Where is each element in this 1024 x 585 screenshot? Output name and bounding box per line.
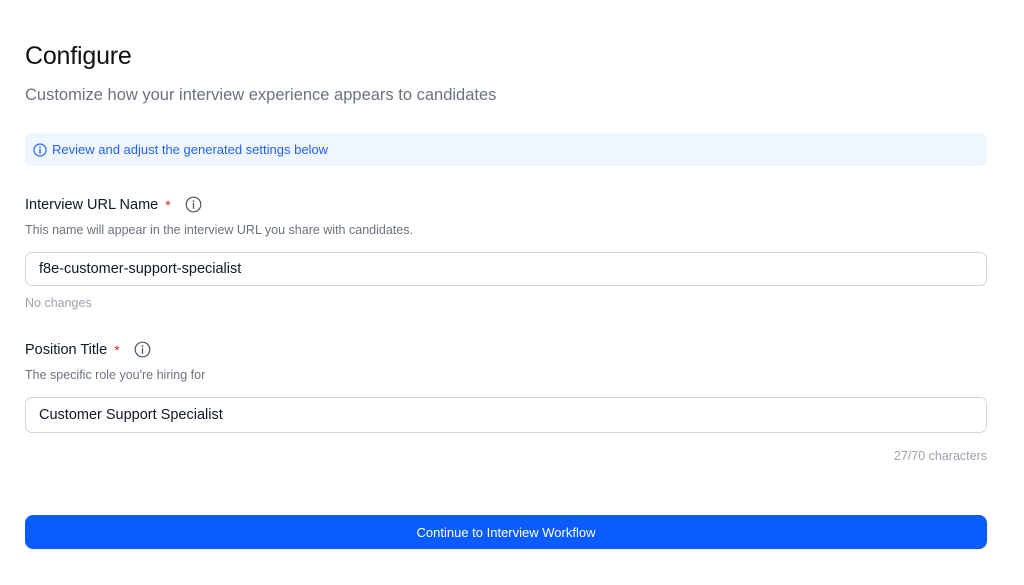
info-icon[interactable] (185, 196, 202, 213)
character-count: 27/70 characters (893, 449, 987, 463)
position-title-description: The specific role you're hiring for (25, 368, 206, 382)
notice-text: Review and adjust the generated settings… (52, 142, 329, 157)
page-subtitle: Customize how your interview experience … (25, 86, 497, 104)
required-asterisk: * (114, 341, 120, 358)
continue-button[interactable]: Continue to Interview Workflow (25, 515, 987, 549)
url-name-status: No changes (25, 296, 92, 310)
position-title-input[interactable] (25, 397, 987, 433)
info-notice: Review and adjust the generated settings… (25, 133, 987, 166)
url-name-input[interactable] (25, 252, 987, 286)
configure-page: Configure Customize how your interview e… (0, 0, 1024, 585)
url-name-label-row: Interview URL Name * (25, 196, 202, 213)
url-name-label: Interview URL Name (25, 196, 159, 213)
info-icon[interactable] (134, 341, 151, 358)
url-name-description: This name will appear in the interview U… (25, 223, 413, 237)
position-title-label-row: Position Title * (25, 341, 151, 358)
required-asterisk: * (165, 196, 171, 213)
position-title-label: Position Title (25, 341, 108, 358)
page-title: Configure (25, 42, 132, 70)
info-circle-icon (33, 142, 47, 157)
